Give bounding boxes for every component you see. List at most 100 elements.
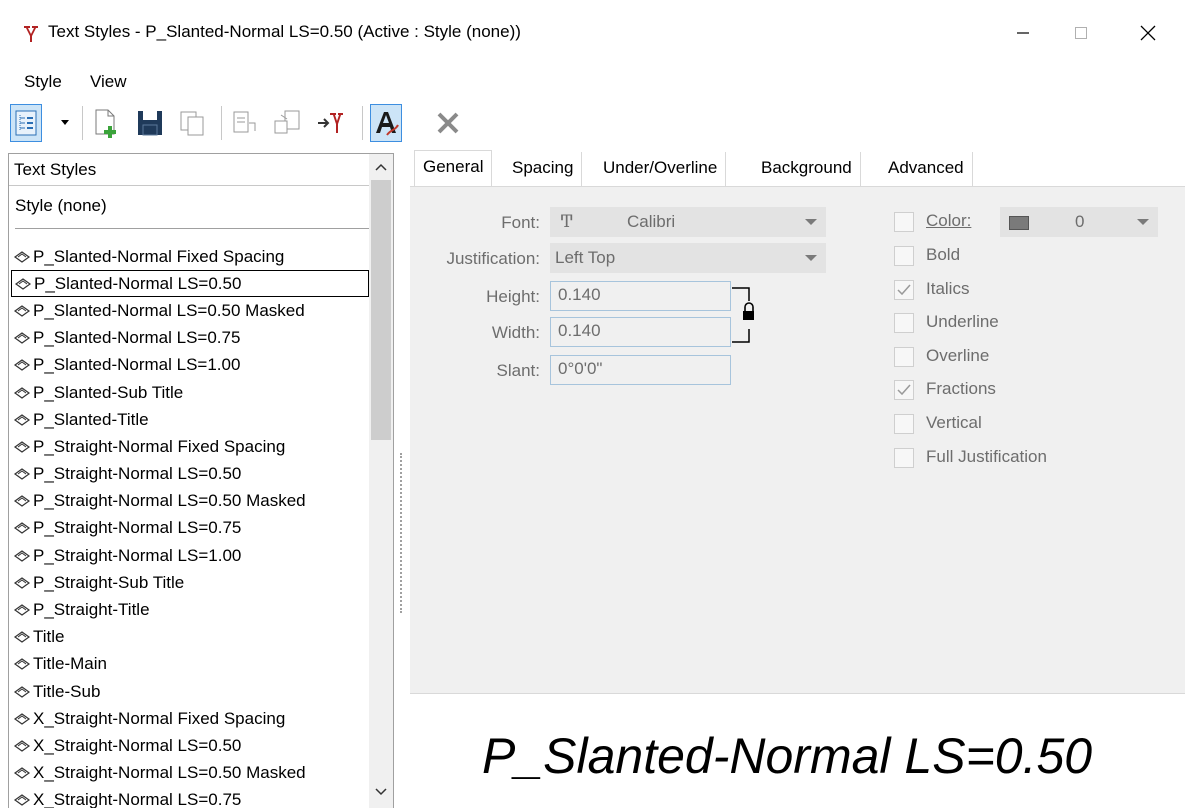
list-item[interactable]: P_Straight-Sub Title [11,569,369,596]
list-item[interactable]: P_Slanted-Title [11,406,369,433]
list-item[interactable]: Title-Main [11,651,369,678]
close-button[interactable] [1110,0,1185,66]
scroll-up-button[interactable] [369,154,393,180]
save-icon [138,111,162,136]
fractions-checkbox[interactable] [894,380,914,401]
chevron-down-icon [805,219,817,225]
list-item[interactable]: P_Straight-Normal LS=0.50 [11,461,369,488]
text-style-icon [13,522,31,535]
import-button[interactable] [271,104,303,142]
list-divider [15,228,370,229]
import-icon [274,110,300,134]
vertical-checkbox[interactable] [894,414,914,434]
overline-label: Overline [926,345,990,365]
tab-background[interactable]: Background [753,152,861,186]
list-item[interactable]: P_Slanted-Sub Title [11,379,369,406]
toolbar-separator [221,106,222,140]
list-item[interactable]: Title-Sub [11,678,369,705]
list-item[interactable]: P_Straight-Normal Fixed Spacing [11,433,369,460]
rename-icon [233,111,256,133]
list-item-label: P_Straight-Normal LS=0.75 [33,518,242,538]
color-label-text: Color: [926,211,972,230]
list-item-label: P_Slanted-Normal LS=0.75 [33,328,241,348]
underline-checkbox[interactable] [894,313,914,334]
list-item-selected[interactable]: P_Slanted-Normal LS=0.50 [11,270,369,298]
width-field[interactable]: 0.140 [550,317,731,347]
list-item-label: Title [33,627,65,647]
overline-checkbox[interactable] [894,346,914,367]
slant-field[interactable]: 0°0'0" [550,355,731,385]
color-combo[interactable]: 0 [1000,207,1158,237]
list-header[interactable]: Text Styles [9,154,393,186]
pane-splitter[interactable] [396,153,408,808]
text-style-icon [13,359,31,372]
text-styles-list[interactable]: Text Styles Style (none) P_Slanted-Norma… [8,153,394,808]
list-item[interactable]: X_Straight-Normal LS=0.50 Masked [11,760,369,787]
text-style-icon [13,549,31,562]
splitter-grip [400,453,402,613]
maximize-icon [1075,27,1087,39]
preview-text: P_Slanted-Normal LS=0.50 [482,728,1093,784]
list-item-label: P_Straight-Normal Fixed Spacing [33,436,286,456]
list-item[interactable]: P_Straight-Title [11,596,369,623]
text-style-icon [13,468,31,480]
list-item[interactable]: X_Straight-Normal LS=0.50 [11,732,369,759]
tab-spacing[interactable]: Spacing [504,152,583,186]
list-item[interactable]: P_Slanted-Normal LS=0.50 Masked [11,297,369,324]
list-item-label: Title-Sub [33,681,101,701]
menu-view[interactable]: View [90,72,127,92]
italics-checkbox[interactable] [894,279,914,300]
export-button[interactable] [314,104,346,142]
height-field[interactable]: 0.140 [550,281,731,311]
italics-label: Italics [926,278,970,298]
list-item[interactable]: P_Slanted-Normal Fixed Spacing [11,243,369,270]
list-item[interactable]: P_Slanted-Normal LS=0.75 [11,325,369,352]
color-checkbox[interactable] [894,212,914,232]
full-justification-checkbox[interactable] [894,447,914,468]
list-scrollbar[interactable] [369,154,393,808]
minimize-button[interactable] [994,0,1052,66]
justification-combo[interactable]: Left Top [550,243,826,273]
list-item[interactable]: P_Straight-Normal LS=0.50 Masked [11,488,369,515]
list-item[interactable]: X_Straight-Normal LS=0.75 [11,787,369,808]
maximize-button[interactable] [1052,0,1110,66]
list-item[interactable]: X_Straight-Normal Fixed Spacing [11,705,369,732]
scroll-down-button[interactable] [369,779,393,805]
text-style-icon [13,631,31,643]
list-item[interactable]: Title [11,624,369,651]
scroll-thumb[interactable] [371,180,391,440]
tab-under-overline[interactable]: Under/Overline [595,152,727,186]
checkmark-icon [897,284,911,295]
tab-advanced[interactable]: Advanced [880,152,973,186]
list-item-label: P_Straight-Normal LS=0.50 Masked [33,491,306,511]
list-item[interactable]: P_Straight-Normal LS=0.75 [11,515,369,542]
menu-style[interactable]: Style [24,72,62,92]
text-style-icon [13,713,31,725]
font-combo[interactable]: Ͳ Calibri [550,207,826,237]
list-item[interactable]: P_Slanted-Normal LS=1.00 [11,352,369,379]
list-item-style-none[interactable]: Style (none) [15,196,107,216]
minimize-icon [1017,32,1029,34]
full-justification-label: Full Justification [926,446,1047,466]
save-button[interactable] [134,104,166,142]
tab-general[interactable]: General [414,150,493,186]
window-title: Text Styles - P_Slanted-Normal LS=0.50 (… [48,22,521,41]
delete-icon [437,112,459,134]
list-item[interactable]: P_Straight-Normal LS=1.00 [11,542,369,569]
list-item-label: P_Straight-Normal LS=1.00 [33,545,242,565]
text-style-icon [13,495,31,508]
text-style-icon [13,604,31,616]
height-label: Height: [486,287,540,306]
delete-button[interactable] [432,104,464,142]
tree-view-dropdown[interactable] [54,104,76,142]
bold-checkbox[interactable] [894,246,914,266]
new-style-button[interactable] [90,104,122,142]
tree-view-button[interactable] [10,104,42,142]
list-item-label: P_Slanted-Normal LS=1.00 [33,355,241,375]
toolbar-separator [362,106,363,140]
tab-strip: General Spacing Under/Overline Backgroun… [410,150,1185,188]
text-style-active-button[interactable] [370,104,402,142]
rename-button[interactable] [229,104,261,142]
copy-button[interactable] [176,104,208,142]
aspect-lock-icon[interactable] [732,287,754,343]
